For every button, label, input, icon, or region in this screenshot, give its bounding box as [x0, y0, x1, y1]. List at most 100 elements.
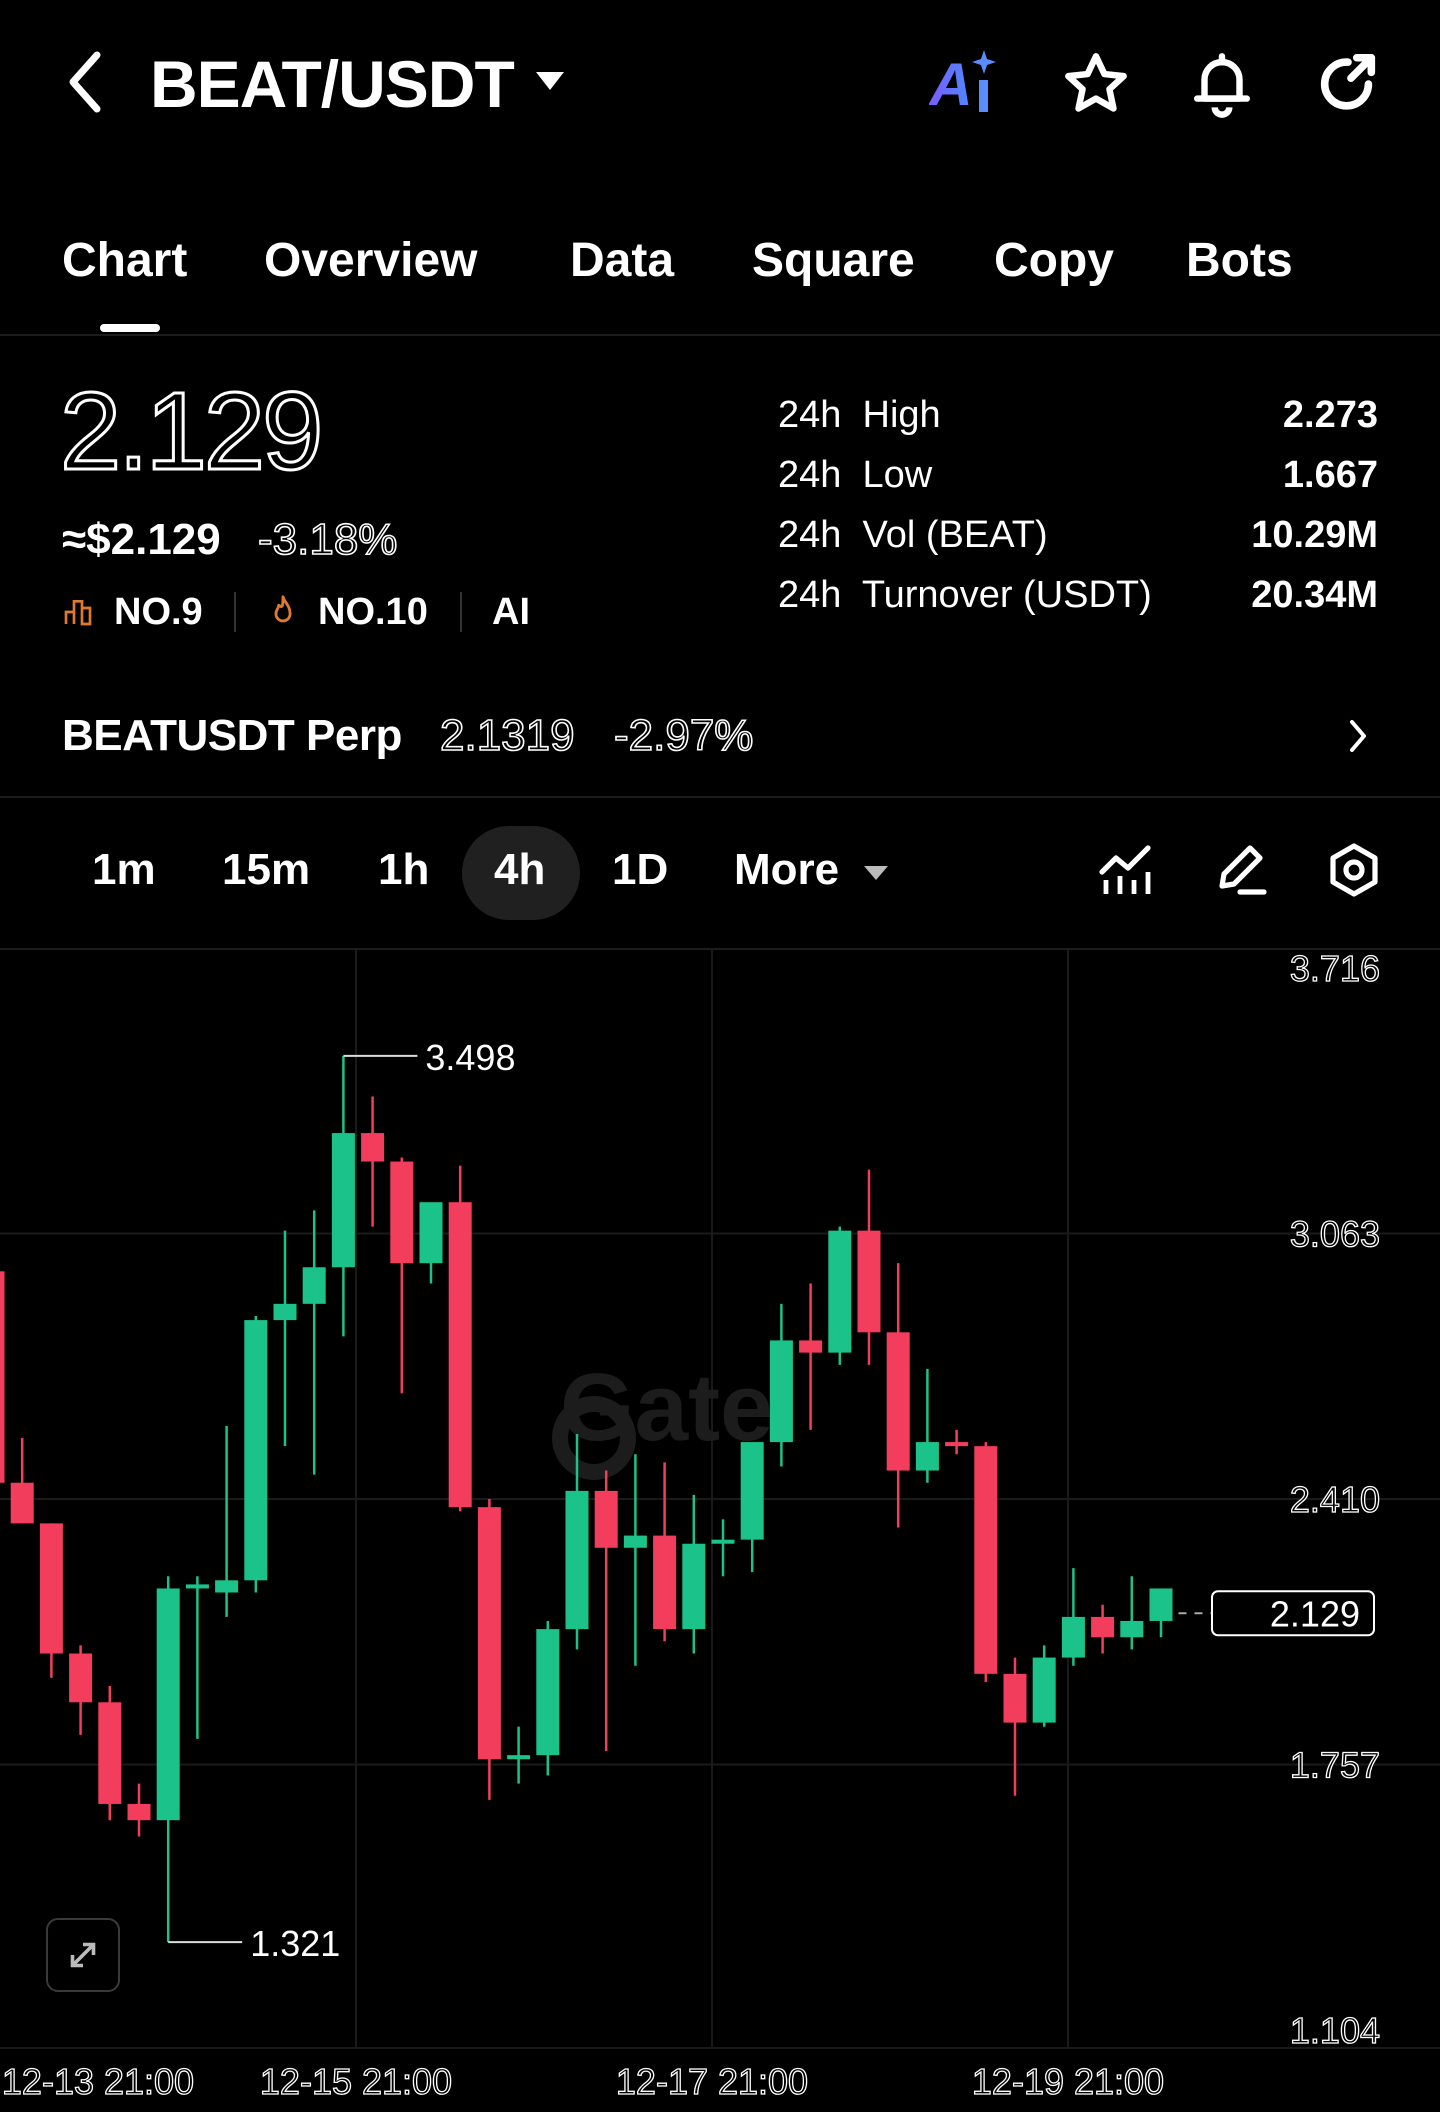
tab-square[interactable]: Square [752, 226, 915, 296]
candle-body[interactable] [127, 1803, 151, 1821]
y-tick-label: 3.063 [1290, 1214, 1380, 1255]
ai-badge[interactable]: AI [492, 586, 530, 638]
interval-4h[interactable]: 4h [494, 840, 545, 900]
candle-body[interactable] [390, 1161, 414, 1264]
x-tick-label: 12-15 21:00 [260, 2061, 452, 2102]
candle-body[interactable] [0, 1271, 5, 1483]
caret-down-icon[interactable] [864, 866, 888, 880]
candle-body[interactable] [1120, 1620, 1144, 1638]
ranking-icon [64, 600, 92, 626]
candle-body[interactable] [419, 1202, 443, 1264]
candle-body[interactable] [477, 1507, 501, 1760]
y-tick-label: 1.757 [1290, 1745, 1380, 1786]
usd-price: ≈$2.129 [62, 515, 221, 564]
bell-icon [1194, 53, 1250, 118]
candlestick-chart[interactable]: Gate3.4981.3212.1293.7163.0632.4101.7571… [0, 950, 1440, 2112]
candle-body[interactable] [1061, 1616, 1085, 1658]
candle-body[interactable] [507, 1755, 531, 1760]
candle-body[interactable] [69, 1653, 93, 1703]
candle-body[interactable] [302, 1267, 326, 1304]
candle-body[interactable] [361, 1133, 385, 1162]
tab-copy[interactable]: Copy [994, 226, 1114, 296]
rank-separator [234, 592, 236, 632]
back-button[interactable] [46, 42, 126, 122]
y-tick-label: 3.716 [1290, 950, 1380, 989]
candle-body[interactable] [565, 1490, 589, 1630]
candle-body[interactable] [769, 1340, 793, 1443]
candle-body[interactable] [711, 1539, 735, 1544]
candle-body[interactable] [244, 1320, 268, 1581]
rank-badge[interactable]: NO.9 [114, 586, 203, 638]
candle-body[interactable] [10, 1482, 34, 1524]
candle-body[interactable] [1091, 1616, 1115, 1638]
last-price: 2.129 [58, 370, 324, 493]
candle-body[interactable] [1032, 1657, 1056, 1723]
candle-body[interactable] [828, 1230, 852, 1353]
alert-button[interactable] [1182, 44, 1262, 124]
interval-15m[interactable]: 15m [222, 840, 310, 900]
candle-body[interactable] [156, 1588, 180, 1821]
candle-body[interactable] [974, 1446, 998, 1674]
share-icon [1320, 53, 1376, 110]
candle-body[interactable] [594, 1490, 618, 1548]
chart-settings-icon[interactable] [1326, 842, 1382, 898]
candle-body[interactable] [536, 1629, 560, 1756]
sparkle-icon [971, 50, 996, 112]
x-tick-label: 12-19 21:00 [972, 2061, 1164, 2102]
stat-label-volume: 24h Vol (BEAT) [778, 514, 1048, 556]
hot-rank-badge[interactable]: NO.10 [318, 586, 428, 638]
candle-body[interactable] [331, 1133, 355, 1268]
candle-body[interactable] [185, 1584, 209, 1589]
caret-down-icon[interactable] [536, 72, 564, 90]
last-price-label: 2.129 [1270, 1593, 1360, 1634]
draw-pencil-icon[interactable] [1214, 842, 1270, 898]
y-tick-label: 2.410 [1290, 1479, 1380, 1520]
star-icon [1065, 53, 1127, 112]
tab-overview[interactable]: Overview [264, 226, 477, 296]
x-tick-label: 12-13 21:00 [2, 2061, 194, 2102]
indicator-icon[interactable] [1098, 844, 1154, 896]
stat-value-turnover: 20.34M [1251, 574, 1378, 616]
candle-body[interactable] [886, 1332, 910, 1471]
candle-body[interactable] [1003, 1673, 1027, 1723]
pair-title[interactable]: BEAT/USDT [150, 44, 515, 124]
candle-body[interactable] [448, 1202, 472, 1508]
interval-1h[interactable]: 1h [378, 840, 429, 900]
candle-body[interactable] [945, 1442, 969, 1447]
perp-name[interactable]: BEATUSDT Perp [62, 706, 402, 766]
candle-body[interactable] [215, 1580, 239, 1593]
active-tab-indicator [100, 324, 160, 332]
chevron-right-icon[interactable] [1342, 716, 1372, 756]
tab-bots[interactable]: Bots [1186, 226, 1293, 296]
candle-body[interactable] [857, 1230, 881, 1333]
interval-1d[interactable]: 1D [612, 840, 668, 900]
share-button[interactable] [1308, 44, 1388, 124]
interval-1m[interactable]: 1m [92, 840, 156, 900]
candle-body[interactable] [98, 1702, 122, 1804]
candle-body[interactable] [39, 1523, 63, 1654]
candle-body[interactable] [1149, 1588, 1173, 1621]
candle-body[interactable] [273, 1303, 297, 1321]
favorite-button[interactable] [1056, 44, 1136, 124]
tabs-divider [0, 334, 1440, 336]
candle-body[interactable] [740, 1442, 764, 1540]
stat-value-high: 2.273 [1282, 394, 1378, 436]
candle-body[interactable] [799, 1340, 823, 1353]
low-marker-label: 1.321 [250, 1923, 340, 1964]
rank-separator [460, 592, 462, 632]
tab-data[interactable]: Data [570, 226, 674, 296]
x-tick-label: 12-17 21:00 [616, 2061, 808, 2102]
perp-change: -2.97% [613, 710, 754, 761]
price-change-percent: -3.18% [257, 514, 398, 565]
interval-more[interactable]: More [734, 840, 839, 900]
tab-chart[interactable]: Chart [62, 226, 187, 296]
stat-label-high: 24h High [778, 394, 941, 436]
chevron-left-icon [69, 51, 101, 113]
ai-button[interactable]: A [928, 44, 1008, 124]
candle-body[interactable] [623, 1535, 647, 1548]
candle-body[interactable] [915, 1442, 939, 1471]
candle-body[interactable] [653, 1535, 677, 1630]
perp-divider [0, 796, 1440, 798]
candle-body[interactable] [682, 1543, 706, 1630]
fullscreen-button[interactable] [46, 1918, 120, 1992]
